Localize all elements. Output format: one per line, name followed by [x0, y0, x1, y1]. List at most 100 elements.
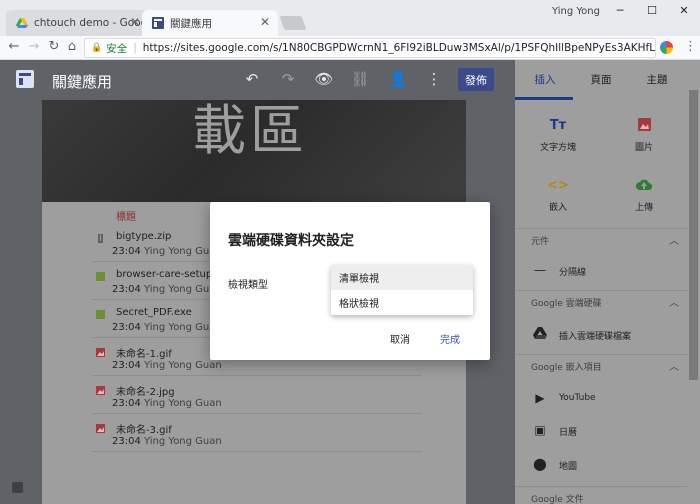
insert-map[interactable]: ⬤ 地圖 — [515, 452, 687, 478]
url-text: https://sites.google.com/s/1N80CBGPDWcrn… — [142, 42, 656, 54]
file-time: 23:04 — [112, 322, 141, 333]
tab-title: 關鍵應用 — [170, 17, 212, 30]
tab-themes[interactable]: 主題 — [629, 72, 685, 87]
image-icon — [96, 386, 105, 395]
option-list-view[interactable]: 清單檢視 — [331, 265, 473, 290]
file-author: Ying Yong Guan — [144, 360, 222, 371]
more-options-icon[interactable]: ⋮ — [424, 70, 444, 88]
page-banner[interactable]: 載區 — [42, 100, 466, 202]
browser-tab-chtouch[interactable]: chtouch demo - Google ✕ — [6, 10, 157, 36]
file-meta: 23:04 Ying Yong Guan — [112, 246, 222, 257]
dialog-title: 雲端硬碟資料夾設定 — [228, 233, 354, 249]
secure-label: 安全 — [106, 42, 128, 55]
file-meta: 23:04 Ying Yong Guan — [112, 284, 222, 295]
file-meta: 23:04 Ying Yong Guan — [112, 322, 222, 333]
undo-icon[interactable]: ↶ — [242, 70, 262, 88]
sites-icon — [152, 17, 164, 29]
section-embed[interactable]: Google 嵌入項目 ︿ — [515, 354, 687, 376]
cancel-button[interactable]: 取消 — [390, 331, 410, 346]
section-drive[interactable]: Google 雲端硬碟 ︿ — [515, 290, 687, 312]
section-components[interactable]: 元件 ︿ — [515, 228, 687, 250]
browser-menu-icon[interactable]: ⋮ — [684, 39, 697, 54]
list-item[interactable]: 未命名-2.jpg 23:04 Ying Yong Guan — [92, 376, 422, 414]
address-bar[interactable]: 🔒 安全 | https://sites.google.com/s/1N80CB… — [84, 38, 656, 58]
insert-upload[interactable]: 上傳 — [601, 160, 687, 220]
file-meta: 23:04 Ying Yong Guan — [112, 360, 222, 371]
insert-label: 上傳 — [634, 203, 653, 213]
map-pin-icon: ⬤ — [533, 457, 547, 471]
tab-pages[interactable]: 頁面 — [573, 72, 629, 87]
minimize-icon[interactable]: ─ — [610, 4, 630, 17]
separator: | — [133, 42, 137, 54]
insert-youtube[interactable]: ▶ YouTube — [515, 386, 687, 412]
chevron-up-icon[interactable]: ︿ — [669, 358, 679, 373]
item-label: YouTube — [559, 393, 596, 403]
publish-button[interactable]: 發佈 — [458, 68, 494, 91]
drive-icon — [533, 327, 547, 341]
insert-divider[interactable]: — 分隔線 — [515, 258, 687, 284]
tab-insert[interactable]: 插入 — [517, 72, 573, 87]
text-box-icon: Tт — [549, 118, 567, 133]
feedback-icon[interactable] — [12, 482, 23, 493]
file-name: 未命名-1.gif — [116, 349, 172, 360]
item-label: 地圖 — [559, 462, 578, 472]
home-icon[interactable]: ⌂ — [64, 39, 80, 54]
section-label: Google 嵌入項目 — [531, 363, 602, 373]
site-title[interactable]: 關鍵應用 — [52, 71, 112, 92]
file-time: 23:04 — [112, 284, 141, 295]
redo-icon[interactable]: ↷ — [278, 70, 298, 88]
section-label: 元件 — [531, 237, 550, 247]
list-item[interactable]: 未命名-3.gif 23:04 Ying Yong Guan — [92, 414, 422, 452]
link-icon[interactable]: ⛓ — [350, 70, 370, 88]
insert-text-box[interactable]: Tт 文字方塊 — [515, 100, 601, 160]
maximize-icon[interactable]: ☐ — [642, 4, 662, 17]
sites-logo-icon[interactable] — [16, 70, 34, 88]
file-time: 23:04 — [112, 246, 141, 257]
option-grid-view[interactable]: 格狀檢視 — [331, 290, 473, 315]
column-header-title[interactable]: 標題 — [116, 208, 136, 223]
done-button[interactable]: 完成 — [440, 331, 460, 346]
profile-name[interactable]: Ying Yong — [552, 6, 600, 17]
google-drive-icon — [16, 18, 28, 28]
back-icon[interactable]: ← — [6, 39, 22, 54]
insert-calendar[interactable]: ▣ 日曆 — [515, 418, 687, 444]
file-name: bigtype.zip — [116, 231, 172, 242]
section-docs[interactable]: Google 文件 — [515, 486, 687, 504]
insert-label: 圖片 — [634, 143, 653, 153]
image-icon — [96, 424, 105, 433]
preview-icon[interactable]: 👁 — [314, 70, 334, 88]
panel-scrollbar[interactable] — [687, 60, 700, 504]
panel-tabs: 插入 頁面 主題 — [515, 60, 687, 100]
upload-icon — [601, 178, 687, 194]
scrollbar-thumb[interactable] — [689, 90, 698, 380]
insert-panel: 插入 頁面 主題 Tт 文字方塊 圖片 <> 嵌入 上傳 元件 ︿ — 分隔線 … — [515, 60, 687, 504]
file-time: 23:04 — [112, 436, 141, 447]
banner-title: 載區 — [192, 100, 308, 162]
new-tab-button[interactable] — [279, 16, 307, 30]
browser-toolbar: ← → ↻ ⌂ 🔒 安全 | https://sites.google.com/… — [0, 36, 700, 60]
browser-tab-active[interactable]: 關鍵應用 ✕ — [142, 10, 278, 36]
chevron-up-icon[interactable]: ︿ — [669, 232, 679, 247]
close-window-icon[interactable]: ✕ — [674, 4, 694, 17]
forward-icon[interactable]: → — [26, 39, 42, 54]
exe-icon — [96, 310, 105, 319]
add-person-icon[interactable]: 👤 — [388, 70, 408, 88]
reload-icon[interactable]: ↻ — [46, 39, 62, 54]
browser-titlebar: chtouch demo - Google ✕ 關鍵應用 ✕ Ying Yong… — [0, 0, 700, 36]
item-label: 日曆 — [559, 428, 578, 438]
insert-image[interactable]: 圖片 — [601, 100, 687, 160]
view-type-label: 檢視類型 — [228, 280, 268, 291]
lock-icon: 🔒 — [91, 43, 103, 53]
extension-icon[interactable] — [660, 41, 673, 54]
section-label: Google 雲端硬碟 — [531, 299, 602, 309]
insert-drive-file[interactable]: 插入雲端硬碟檔案 — [515, 322, 687, 348]
close-icon[interactable]: ✕ — [260, 15, 270, 29]
archive-icon — [98, 234, 103, 243]
close-icon[interactable]: ✕ — [130, 15, 140, 29]
youtube-icon: ▶ — [535, 391, 545, 405]
insert-embed[interactable]: <> 嵌入 — [515, 160, 601, 220]
view-type-dropdown[interactable]: 清單檢視 格狀檢視 — [331, 265, 473, 315]
chevron-up-icon[interactable]: ︿ — [669, 294, 679, 309]
file-name: Secret_PDF.exe — [116, 307, 192, 318]
image-icon — [601, 118, 687, 134]
